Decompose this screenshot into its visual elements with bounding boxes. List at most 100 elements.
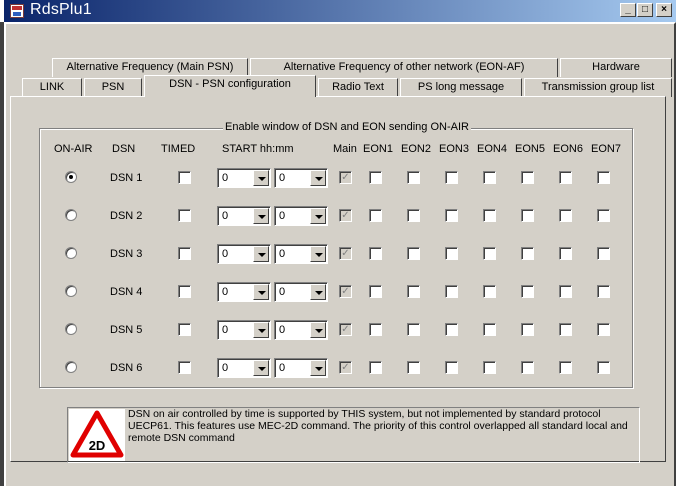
eon2-checkbox[interactable] (407, 361, 420, 374)
eon5-checkbox[interactable] (521, 247, 534, 260)
timed-checkbox[interactable] (178, 361, 191, 374)
eon7-checkbox[interactable] (597, 171, 610, 184)
start-hour-select[interactable]: 0 (217, 358, 271, 378)
tab-link[interactable]: LINK (22, 78, 82, 97)
eon6-checkbox[interactable] (559, 209, 572, 222)
eon3-checkbox[interactable] (445, 209, 458, 222)
eon3-checkbox[interactable] (445, 171, 458, 184)
eon6-checkbox[interactable] (559, 361, 572, 374)
timed-checkbox[interactable] (178, 209, 191, 222)
start-minute-select[interactable]: 0 (274, 168, 328, 188)
start-minute-select[interactable]: 0 (274, 358, 328, 378)
eon4-checkbox[interactable] (483, 323, 496, 336)
start-hour-select[interactable]: 0 (217, 244, 271, 264)
eon4-checkbox[interactable] (483, 171, 496, 184)
start-hour-select[interactable]: 0 (217, 206, 271, 226)
start-minute-value: 0 (279, 324, 286, 336)
start-hour-select[interactable]: 0 (217, 282, 271, 302)
dropdown-arrow-icon[interactable] (310, 246, 326, 262)
eon2-checkbox[interactable] (407, 209, 420, 222)
start-hour-value: 0 (222, 248, 229, 260)
timed-checkbox[interactable] (178, 247, 191, 260)
timed-checkbox[interactable] (178, 285, 191, 298)
tab-row-top: Alternative Frequency (Main PSN) Alterna… (6, 58, 674, 78)
start-hour-select[interactable]: 0 (217, 168, 271, 188)
eon1-checkbox[interactable] (369, 247, 382, 260)
tab-dsn-psn-configuration[interactable]: DSN - PSN configuration (144, 75, 316, 97)
eon2-checkbox[interactable] (407, 323, 420, 336)
start-hour-select[interactable]: 0 (217, 320, 271, 340)
start-minute-value: 0 (279, 248, 286, 260)
start-minute-select[interactable]: 0 (274, 244, 328, 264)
on-air-radio[interactable] (65, 247, 77, 259)
eon2-checkbox[interactable] (407, 171, 420, 184)
dropdown-arrow-icon[interactable] (310, 170, 326, 186)
tab-radio-text[interactable]: Radio Text (318, 78, 398, 97)
on-air-radio[interactable] (65, 361, 77, 373)
info-note: 2D DSN on air controlled by time is supp… (67, 407, 640, 463)
dropdown-arrow-icon[interactable] (253, 322, 269, 338)
tab-psn[interactable]: PSN (84, 78, 142, 97)
eon4-checkbox[interactable] (483, 361, 496, 374)
dropdown-arrow-icon[interactable] (310, 322, 326, 338)
eon6-checkbox[interactable] (559, 285, 572, 298)
eon5-checkbox[interactable] (521, 323, 534, 336)
eon1-checkbox[interactable] (369, 171, 382, 184)
eon5-checkbox[interactable] (521, 171, 534, 184)
tab-transmission-group-list[interactable]: Transmission group list (524, 78, 672, 97)
timed-checkbox[interactable] (178, 323, 191, 336)
dropdown-arrow-icon[interactable] (253, 360, 269, 376)
eon3-checkbox[interactable] (445, 323, 458, 336)
eon1-checkbox[interactable] (369, 285, 382, 298)
eon4-checkbox[interactable] (483, 209, 496, 222)
eon7-checkbox[interactable] (597, 361, 610, 374)
eon7-checkbox[interactable] (597, 247, 610, 260)
eon3-checkbox[interactable] (445, 247, 458, 260)
eon4-checkbox[interactable] (483, 247, 496, 260)
dsn-eon-group: Enable window of DSN and EON sending ON-… (39, 121, 633, 388)
eon7-checkbox[interactable] (597, 209, 610, 222)
eon5-checkbox[interactable] (521, 209, 534, 222)
eon2-checkbox[interactable] (407, 285, 420, 298)
eon2-checkbox[interactable] (407, 247, 420, 260)
maximize-button[interactable]: □ (637, 3, 653, 17)
timed-checkbox[interactable] (178, 171, 191, 184)
dropdown-arrow-icon[interactable] (253, 208, 269, 224)
start-hour-value: 0 (222, 324, 229, 336)
dropdown-arrow-icon[interactable] (253, 246, 269, 262)
dropdown-arrow-icon[interactable] (310, 284, 326, 300)
on-air-radio[interactable] (65, 171, 77, 183)
tab-ps-long-message[interactable]: PS long message (400, 78, 522, 97)
on-air-radio[interactable] (65, 285, 77, 297)
eon6-checkbox[interactable] (559, 171, 572, 184)
eon6-checkbox[interactable] (559, 323, 572, 336)
dsn-label: DSN 1 (110, 172, 143, 184)
eon5-checkbox[interactable] (521, 285, 534, 298)
header-eon5: EON5 (515, 143, 545, 155)
on-air-radio[interactable] (65, 323, 77, 335)
start-minute-select[interactable]: 0 (274, 320, 328, 340)
eon5-checkbox[interactable] (521, 361, 534, 374)
group-title: Enable window of DSN and EON sending ON-… (223, 121, 471, 133)
dsn-label: DSN 5 (110, 324, 143, 336)
eon7-checkbox[interactable] (597, 323, 610, 336)
dropdown-arrow-icon[interactable] (253, 170, 269, 186)
dropdown-arrow-icon[interactable] (310, 208, 326, 224)
eon3-checkbox[interactable] (445, 361, 458, 374)
start-minute-select[interactable]: 0 (274, 282, 328, 302)
on-air-radio[interactable] (65, 209, 77, 221)
tab-hardware[interactable]: Hardware (560, 58, 672, 77)
start-minute-select[interactable]: 0 (274, 206, 328, 226)
eon7-checkbox[interactable] (597, 285, 610, 298)
eon1-checkbox[interactable] (369, 361, 382, 374)
eon4-checkbox[interactable] (483, 285, 496, 298)
eon3-checkbox[interactable] (445, 285, 458, 298)
eon6-checkbox[interactable] (559, 247, 572, 260)
eon1-checkbox[interactable] (369, 209, 382, 222)
eon1-checkbox[interactable] (369, 323, 382, 336)
title-bar[interactable]: RdsPlu1 _ □ × (4, 0, 676, 22)
dropdown-arrow-icon[interactable] (253, 284, 269, 300)
minimize-button[interactable]: _ (620, 3, 636, 17)
dropdown-arrow-icon[interactable] (310, 360, 326, 376)
close-button[interactable]: × (656, 3, 672, 17)
